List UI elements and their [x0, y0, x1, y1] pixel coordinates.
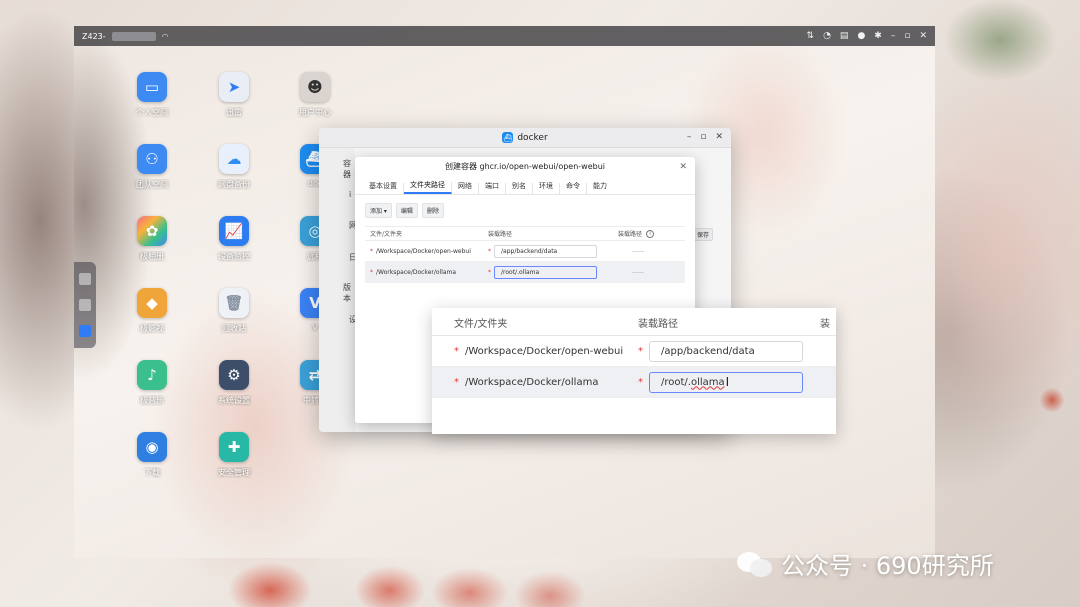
wechat-icon — [737, 550, 773, 578]
tab-capabilities[interactable]: 能力 — [587, 183, 613, 194]
message-icon[interactable]: ▤ — [840, 31, 849, 41]
add-button[interactable]: 添加 ▾ — [365, 203, 392, 218]
folder-icon: ▭ — [137, 72, 167, 102]
app-system-settings[interactable]: ⚙ 系统设置 — [199, 360, 269, 406]
column-mount-path: 装载路径 — [488, 231, 513, 238]
app-team-space[interactable]: ⚇ 团队空间 — [117, 144, 187, 190]
close-icon[interactable]: ✕ — [919, 31, 927, 41]
save-button[interactable]: 保存 — [693, 228, 714, 241]
mount-path-input[interactable]: /root/.ollama — [494, 265, 597, 279]
user-avatar-icon: ☻ — [300, 72, 330, 102]
column-folder: 文件/文件夹 — [454, 319, 508, 330]
folder-path: /Workspace/Docker/open-webui — [465, 345, 624, 357]
info-icon[interactable]: i — [646, 229, 655, 238]
settings-icon: ⚙ — [219, 360, 249, 390]
folder-path: /Workspace/Docker/open-webui — [376, 247, 471, 255]
dock-item-apps[interactable] — [79, 273, 91, 285]
app-download[interactable]: ◉ 下载 — [117, 432, 187, 478]
hostname: Z423- — [82, 31, 106, 41]
docker-title: docker — [517, 132, 548, 143]
tab-environment[interactable]: 环境 — [533, 183, 560, 194]
tab-command[interactable]: 命令 — [560, 183, 587, 194]
minimize-icon[interactable]: – — [891, 31, 896, 41]
app-video[interactable]: ◆ 极影视 — [117, 288, 187, 334]
tab-folder-path[interactable]: 文件夹路径 — [404, 182, 452, 194]
column-extra: 装 — [820, 319, 830, 330]
top-bar: Z423- ◠ ⇅ ◔ ▤ ● ✱ – ▫ ✕ — [74, 26, 935, 46]
app-music[interactable]: ♪ 极音乐 — [117, 360, 187, 406]
video-icon: ◆ — [137, 288, 167, 318]
table-row[interactable]: */Workspace/Docker/ollama */root/.ollama… — [365, 262, 685, 283]
sidebar-item-image[interactable]: i — [349, 190, 351, 199]
folder-path: /Workspace/Docker/ollama — [376, 268, 457, 276]
app-device-monitor[interactable]: 📈 设备监控 — [199, 216, 269, 262]
folder-path: /Workspace/Docker/ollama — [465, 376, 599, 388]
sidebar-item-version[interactable]: 版本 — [343, 282, 355, 304]
security-icon: ✚ — [219, 432, 249, 462]
watermark: 公众号 · 690研究所 — [737, 546, 994, 581]
folder-table: 文件/文件夹 装载路径 装载路径 i */Workspace/Docker/ope… — [365, 226, 685, 283]
left-dock — [74, 262, 96, 348]
photos-icon: ✿ — [137, 216, 167, 246]
edit-button[interactable]: 编辑 — [395, 203, 418, 218]
maximize-icon[interactable]: ▫ — [700, 132, 706, 142]
dock-item-docker[interactable] — [79, 325, 91, 337]
folder-toolbar: 添加 ▾ 编辑 删除 — [355, 195, 695, 222]
table-row[interactable]: */Workspace/Docker/open-webui */app/back… — [365, 241, 685, 262]
team-folder-icon: ⚇ — [137, 144, 167, 174]
app-personal-space[interactable]: ▭ 个人空间 — [117, 72, 187, 118]
download-globe-icon: ◉ — [137, 432, 167, 462]
sidebar-item-container[interactable]: 容器 — [343, 158, 355, 180]
monitor-icon: 📈 — [219, 216, 249, 246]
table-row[interactable]: */Workspace/Docker/ollama * /root/. ollam… — [432, 367, 836, 398]
tab-network[interactable]: 网络 — [452, 183, 479, 194]
minimize-icon[interactable]: – — [687, 132, 692, 142]
zoomed-table-panel: 文件/文件夹 装载路径 装 */Workspace/Docker/open-we… — [432, 308, 836, 434]
dialog-title: 创建容器 ghcr.io/open-webui/open-webui ✕ — [355, 157, 695, 177]
app-security[interactable]: ✚ 安全管理 — [199, 432, 269, 478]
mount-path-input[interactable]: /app/backend/data — [649, 340, 803, 362]
docker-sidebar: 容器 i 网 日 版本 设 — [319, 148, 357, 432]
tab-alias[interactable]: 别名 — [506, 183, 533, 194]
sort-icon[interactable]: ⇅ — [807, 31, 815, 41]
docker-titlebar: ⛴ docker – ▫ ✕ — [319, 128, 731, 148]
tab-basic-settings[interactable]: 基本设置 — [363, 183, 404, 194]
mount-path-input[interactable]: /app/backend/data — [494, 244, 597, 258]
headset-icon[interactable]: ◔ — [823, 31, 831, 41]
column-mount-path: 装载路径 — [638, 319, 678, 330]
app-photos[interactable]: ✿ 极相册 — [117, 216, 187, 262]
table-header: 文件/文件夹 装载路径 装 — [432, 308, 836, 336]
docker-logo-icon: ⛴ — [502, 132, 514, 143]
app-cloud-backup[interactable]: ☁ 网盘备份 — [199, 144, 269, 190]
mount-path-input[interactable]: /root/. ollama I — [649, 371, 803, 393]
music-icon: ♪ — [137, 360, 167, 390]
close-icon[interactable]: ✕ — [679, 157, 687, 177]
text-cursor-icon: I — [725, 375, 730, 389]
close-icon[interactable]: ✕ — [715, 132, 723, 142]
cloud-backup-icon: ☁ — [219, 144, 249, 174]
tab-port[interactable]: 端口 — [479, 183, 506, 194]
delete-button[interactable]: 删除 — [421, 203, 444, 218]
user-icon[interactable]: ● — [857, 31, 865, 41]
table-header: 文件/文件夹 装载路径 装载路径 i — [365, 227, 685, 241]
app-trash[interactable]: 🗑 回收站 — [199, 288, 269, 334]
hostname-redacted — [111, 31, 156, 41]
dialog-tabs: 基本设置 文件夹路径 网络 端口 别名 环境 命令 能力 — [355, 177, 695, 195]
column-mount-path-2: 装载路径 i — [604, 229, 685, 238]
settings-icon[interactable]: ✱ — [874, 31, 882, 41]
app-xunlei[interactable]: ➤ 迅雷 — [199, 72, 269, 118]
xunlei-icon: ➤ — [219, 72, 249, 102]
app-user-center[interactable]: ☻ 用户中心 — [280, 72, 350, 118]
trash-icon: 🗑 — [219, 288, 249, 318]
table-row[interactable]: */Workspace/Docker/open-webui */app/back… — [432, 336, 836, 367]
maximize-icon[interactable]: ▫ — [904, 31, 910, 41]
wifi-icon: ◠ — [161, 31, 169, 41]
column-folder: 文件/文件夹 — [370, 231, 403, 238]
dock-item-grid[interactable] — [79, 299, 91, 311]
